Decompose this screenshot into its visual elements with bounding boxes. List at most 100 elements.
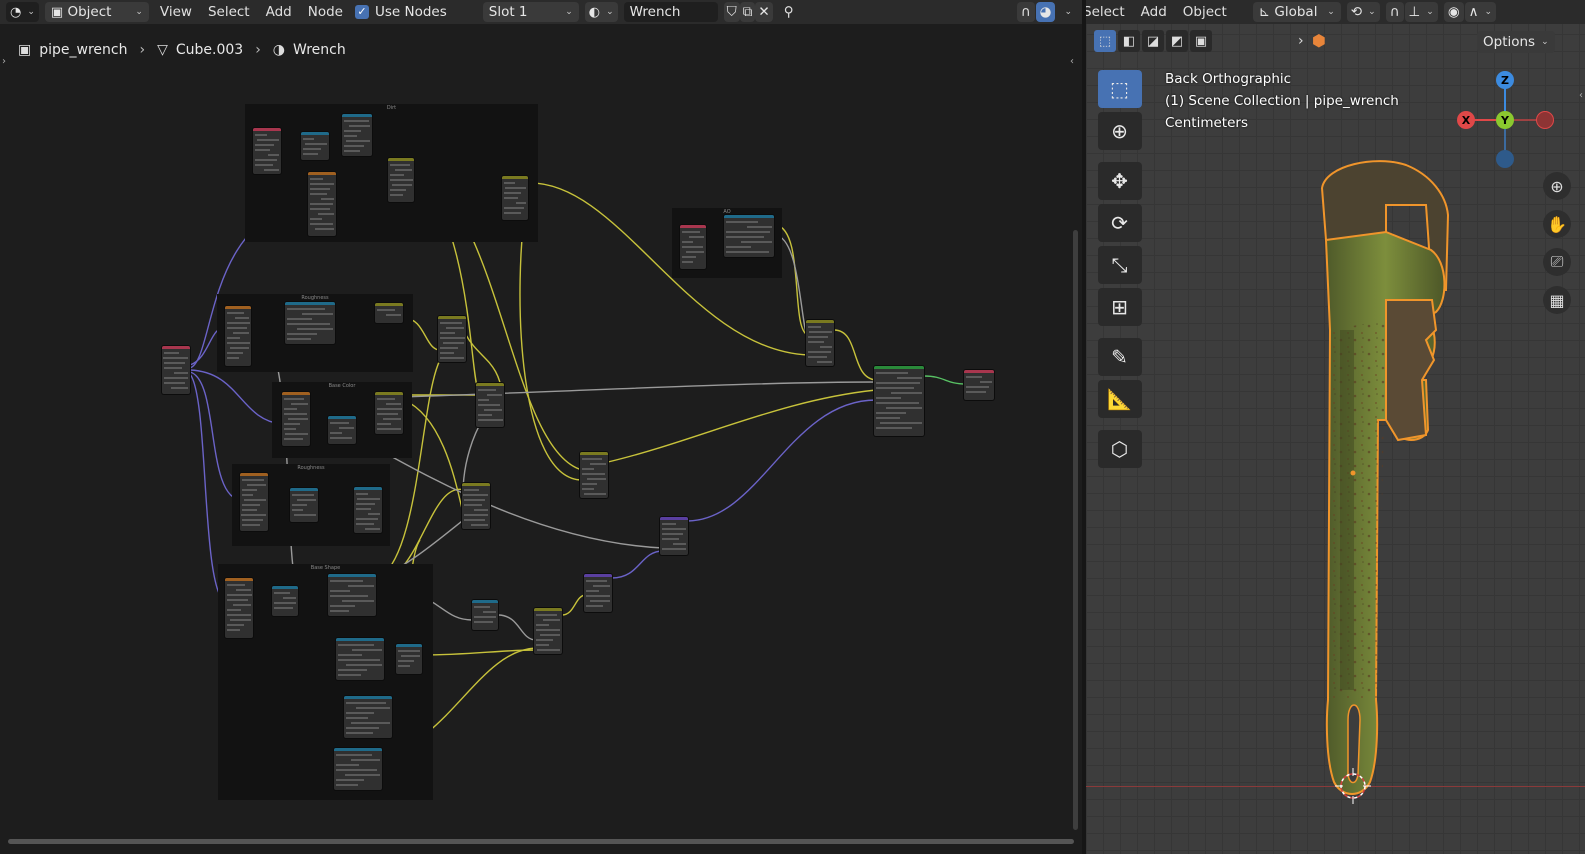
select-box-subtract-icon[interactable]: ◪	[1142, 30, 1164, 52]
gizmo-z-axis[interactable]: Z	[1496, 71, 1514, 89]
shader-node[interactable]	[502, 176, 528, 220]
shader-node[interactable]	[328, 416, 356, 444]
zoom-icon[interactable]: ⊕	[1543, 172, 1571, 200]
menu-add[interactable]: Add	[1133, 0, 1175, 24]
menu-add[interactable]: Add	[258, 0, 300, 24]
shader-node[interactable]	[240, 473, 268, 531]
shader-node[interactable]	[462, 483, 490, 529]
menu-view[interactable]: View	[152, 0, 200, 24]
rotate-tool-icon[interactable]: ⟳	[1097, 204, 1142, 242]
menu-object[interactable]: Object	[1175, 0, 1235, 24]
menu-select[interactable]: Select	[200, 0, 258, 24]
shader-node[interactable]	[724, 215, 774, 257]
shader-node[interactable]	[534, 608, 562, 654]
slot-selector[interactable]: Slot 1 ⌄	[482, 2, 579, 22]
shader-node[interactable]	[806, 320, 834, 366]
transform-orientation-selector[interactable]: ⊾ Global ⌄	[1252, 2, 1341, 22]
pivot-point-selector[interactable]: ⟲ ⌄	[1346, 2, 1380, 22]
ortho-grid-icon[interactable]: ▦	[1543, 286, 1571, 314]
sidebar-expand-icon[interactable]: ‹	[1070, 56, 1074, 67]
scale-tool-icon[interactable]: ⤡	[1097, 246, 1142, 284]
shader-node[interactable]	[272, 586, 298, 616]
add-cube-tool-icon[interactable]: ⬡	[1097, 430, 1142, 468]
select-box-new-icon[interactable]: ⬚	[1094, 30, 1116, 52]
material-browse-button[interactable]: ◐ ⌄	[584, 2, 618, 22]
breadcrumb-material[interactable]: Wrench	[293, 42, 346, 58]
move-tool-icon[interactable]: ✥	[1097, 162, 1142, 200]
editor-type-selector[interactable]: ◔ ⌄	[6, 2, 39, 22]
mode-selector[interactable]: ▣ Object ⌄	[44, 2, 149, 22]
snap-icon[interactable]: ∩	[1016, 2, 1035, 22]
shader-node[interactable]	[282, 392, 310, 446]
shader-node[interactable]	[285, 302, 335, 344]
select-box-tool-icon[interactable]: ⬚	[1097, 70, 1142, 108]
shader-node[interactable]	[334, 748, 382, 790]
shader-node-editor[interactable]: Dirt AO Roughness Base Color Roughness B…	[0, 0, 1082, 854]
shader-node[interactable]	[162, 346, 190, 394]
gizmo-y-axis[interactable]: Y	[1496, 111, 1514, 129]
transform-tool-icon[interactable]: ⊞	[1097, 288, 1142, 326]
shader-node[interactable]	[680, 225, 706, 269]
pan-hand-icon[interactable]: ✋	[1543, 210, 1571, 238]
shader-node[interactable]	[660, 517, 688, 555]
pin-icon[interactable]: ⚲	[776, 0, 802, 24]
shader-node[interactable]	[388, 158, 414, 202]
unlink-material-button[interactable]: ✕	[755, 2, 773, 22]
annotate-tool-icon[interactable]: ✎	[1097, 338, 1142, 376]
vertical-scrollbar[interactable]	[1073, 230, 1078, 830]
shader-node[interactable]	[225, 306, 251, 366]
shader-node[interactable]	[584, 574, 612, 612]
shader-node[interactable]	[301, 132, 329, 160]
shader-node[interactable]	[476, 383, 504, 427]
menu-node[interactable]: Node	[300, 0, 351, 24]
select-box-invert-icon[interactable]: ◩	[1166, 30, 1188, 52]
chevron-down-icon[interactable]: ⌄	[1064, 7, 1072, 17]
snap-target-selector[interactable]: ⊥ ⌄	[1404, 2, 1438, 22]
gizmo-x-axis[interactable]: X	[1457, 111, 1475, 129]
breadcrumb-object[interactable]: pipe_wrench	[39, 42, 127, 58]
use-nodes-toggle[interactable]: ✓ Use Nodes	[354, 4, 447, 20]
shader-node[interactable]	[438, 316, 466, 362]
material-name-field[interactable]: Wrench	[623, 2, 718, 22]
3d-viewport[interactable]: Select Add Object ⊾ Global ⌄ ⟲ ⌄ ∩ ⊥ ⌄ ◉ ∧…	[1086, 0, 1585, 854]
options-dropdown[interactable]: Options ⌄	[1477, 31, 1555, 53]
chevron-right-icon[interactable]: ›	[1298, 33, 1304, 49]
shader-node[interactable]	[290, 488, 318, 522]
horizontal-scrollbar[interactable]	[8, 839, 1074, 844]
select-box-intersect-icon[interactable]: ▣	[1190, 30, 1212, 52]
falloff-selector[interactable]: ∧ ⌄	[1464, 2, 1497, 22]
overlay-icon[interactable]: ◕	[1035, 2, 1056, 22]
menu-select[interactable]: Select	[1086, 0, 1133, 24]
shader-node[interactable]	[375, 303, 403, 323]
shader-node[interactable]	[396, 644, 422, 674]
measure-tool-icon[interactable]: 📐	[1097, 380, 1142, 418]
shader-node[interactable]	[225, 578, 253, 638]
shader-node[interactable]	[354, 487, 382, 533]
gizmo-negative-z-axis[interactable]	[1496, 150, 1514, 168]
shader-node[interactable]	[375, 392, 403, 434]
shader-node[interactable]	[336, 638, 384, 680]
shader-node[interactable]	[344, 696, 392, 738]
gizmo-negative-x-axis[interactable]	[1536, 111, 1554, 129]
node-socket-row	[227, 629, 241, 631]
shader-node[interactable]	[342, 114, 372, 156]
shader-node[interactable]	[580, 452, 608, 498]
object-data-icon[interactable]: ⬢	[1312, 31, 1326, 50]
node-socket-row	[463, 494, 488, 496]
shader-node[interactable]	[874, 366, 924, 436]
shader-node[interactable]	[308, 172, 336, 236]
camera-view-icon[interactable]: ⎚	[1543, 248, 1571, 276]
shader-node[interactable]	[964, 370, 994, 400]
shader-node[interactable]	[472, 600, 498, 630]
shader-node[interactable]	[253, 128, 281, 174]
proportional-edit-toggle[interactable]: ◉	[1443, 2, 1464, 22]
toolbar-expand-icon[interactable]: ›	[2, 56, 6, 67]
sidebar-expand-icon[interactable]: ‹	[1579, 90, 1583, 101]
shader-node[interactable]	[328, 574, 376, 616]
snap-toggle[interactable]: ∩	[1385, 2, 1404, 22]
duplicate-material-button[interactable]: ⧉	[739, 2, 756, 22]
select-box-extend-icon[interactable]: ◧	[1118, 30, 1140, 52]
cursor-tool-icon[interactable]: ⊕	[1097, 112, 1142, 150]
breadcrumb-mesh[interactable]: Cube.003	[176, 42, 243, 58]
fake-user-button[interactable]: ⛉	[723, 2, 740, 22]
